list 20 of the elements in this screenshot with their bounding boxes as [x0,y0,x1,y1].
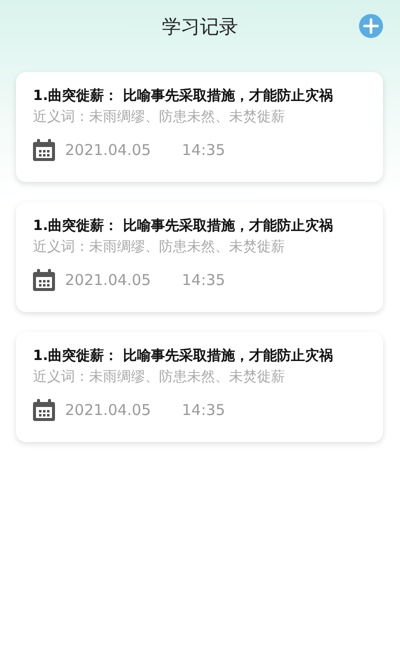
record-synonyms: 近义词：未雨绸缪、防患未然、未焚徙薪 [33,108,286,126]
record-time: 14:35 [182,271,226,289]
calendar-icon [33,269,55,291]
record-date: 2021.04.05 [65,271,151,289]
record-synonyms: 近义词：未雨绸缪、防患未然、未焚徙薪 [33,368,286,386]
page-title: 学习记录 [162,15,238,40]
record-date: 2021.04.05 [65,141,151,159]
record-card[interactable]: 1.曲突徙薪： 比喻事先采取措施，才能防止灾祸 近义词：未雨绸缪、防患未然、未焚徙薪 2021.04.05 14:35 [16,332,383,442]
record-time: 14:35 [182,401,226,419]
record-title: 1.曲突徙薪： 比喻事先采取措施，才能防止灾祸 [33,87,334,105]
record-card[interactable]: 1.曲突徙薪： 比喻事先采取措施，才能防止灾祸 近义词：未雨绸缪、防患未然、未焚徙薪 2021.04.05 14:35 [16,202,383,312]
calendar-icon [33,399,55,421]
record-time: 14:35 [182,141,226,159]
add-icon[interactable] [359,14,383,38]
record-synonyms: 近义词：未雨绸缪、防患未然、未焚徙薪 [33,238,286,256]
record-card[interactable]: 1.曲突徙薪： 比喻事先采取措施，才能防止灾祸 近义词：未雨绸缪、防患未然、未焚徙薪 2021.04.05 14:35 [16,72,383,182]
calendar-icon [33,139,55,161]
record-title: 1.曲突徙薪： 比喻事先采取措施，才能防止灾祸 [33,347,334,365]
record-title: 1.曲突徙薪： 比喻事先采取措施，才能防止灾祸 [33,217,334,235]
record-date: 2021.04.05 [65,401,151,419]
